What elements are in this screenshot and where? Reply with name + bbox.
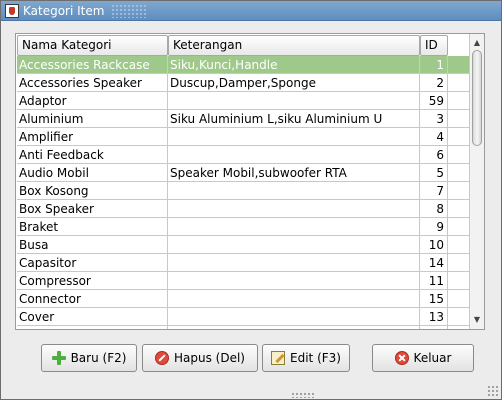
column-header-nama-kategori[interactable]: Nama Kategori (17, 35, 168, 56)
cell-nama-kategori: Aluminium (17, 110, 168, 128)
table-body: Accessories Rackcase Siku,Kunci,Handle 1 Ac… (17, 56, 469, 329)
cell-id: 7 (420, 182, 448, 200)
cell-nama-kategori: Connector (17, 290, 168, 308)
close-icon (394, 351, 409, 365)
cell-nama-kategori: Cover (17, 308, 168, 326)
hapus-button[interactable]: Hapus (Del) (142, 344, 258, 372)
title-bar[interactable]: Kategori Item (1, 1, 501, 21)
edit-button-label: Edit (F3) (290, 351, 341, 365)
cell-id: 10 (420, 236, 448, 254)
table-header: Nama Kategori Keterangan ID (17, 35, 469, 56)
table-row[interactable]: Adaptor 59 (17, 92, 469, 110)
cell-nama-kategori: Capasitor (17, 254, 168, 272)
cell-id: 5 (420, 164, 448, 182)
cell-keterangan: Speaker Mobil,subwoofer RTA (168, 164, 420, 182)
cell-id: 59 (420, 92, 448, 110)
bottom-grip-decoration (291, 392, 315, 398)
table-row[interactable]: Box Speaker 8 (17, 200, 469, 218)
table-row[interactable]: Box Kosong 7 (17, 182, 469, 200)
kategori-item-window: Kategori Item Nama Kategori Keterangan I… (0, 0, 502, 400)
edit-button[interactable]: Edit (F3) (262, 344, 350, 372)
table-row[interactable]: Aluminium Siku Aluminium L,siku Aluminium… (17, 110, 469, 128)
table-row[interactable]: Busa 10 (17, 236, 469, 254)
window-title: Kategori Item (23, 4, 105, 18)
title-grip-decoration (111, 4, 147, 18)
keluar-button[interactable]: Keluar (372, 344, 474, 372)
scroll-up-arrow-icon[interactable]: ▲ (470, 36, 484, 50)
table-row[interactable]: Braket 9 (17, 218, 469, 236)
cell-id: 3 (420, 110, 448, 128)
hapus-button-label: Hapus (Del) (174, 351, 245, 365)
cell-keterangan (168, 128, 420, 146)
cell-keterangan (168, 200, 420, 218)
cell-keterangan (168, 290, 420, 308)
cell-id: 9 (420, 218, 448, 236)
cell-keterangan (168, 236, 420, 254)
cell-nama-kategori: Compressor (17, 272, 168, 290)
cell-id: 2 (420, 74, 448, 92)
cell-id: 6 (420, 146, 448, 164)
delete-icon (155, 351, 169, 365)
table-row[interactable]: Audio Mobil Speaker Mobil,subwoofer RTA 5 (17, 164, 469, 182)
cell-keterangan: Siku Aluminium L,siku Aluminium U (168, 110, 420, 128)
java-app-icon (5, 4, 19, 18)
cell-nama-kategori: Accessories Speaker (17, 74, 168, 92)
cell-keterangan (168, 254, 420, 272)
cell-id: 11 (420, 272, 448, 290)
cell-keterangan: Siku,Kunci,Handle (168, 56, 420, 74)
vertical-scrollbar[interactable]: ▲ ▼ (469, 34, 484, 329)
plus-icon (51, 351, 66, 365)
baru-button-label: Baru (F2) (70, 351, 127, 365)
kategori-table[interactable]: Nama Kategori Keterangan ID Accessories … (15, 33, 485, 330)
table-row[interactable]: C... 16 (17, 326, 469, 329)
edit-icon (271, 351, 286, 365)
column-header-id[interactable]: ID (420, 35, 448, 56)
cell-id: 15 (420, 290, 448, 308)
cell-id: 8 (420, 200, 448, 218)
cell-nama-kategori: Box Speaker (17, 200, 168, 218)
cell-id: 1 (420, 56, 448, 74)
cell-keterangan (168, 272, 420, 290)
cell-id: 16 (420, 326, 448, 329)
cell-id: 14 (420, 254, 448, 272)
table-row[interactable]: Amplifier 4 (17, 128, 469, 146)
cell-nama-kategori: Audio Mobil (17, 164, 168, 182)
cell-keterangan (168, 326, 420, 329)
table-row[interactable]: Cover 13 (17, 308, 469, 326)
table-row[interactable]: Capasitor 14 (17, 254, 469, 272)
cell-nama-kategori: C... (17, 326, 168, 329)
cell-nama-kategori: Braket (17, 218, 168, 236)
cell-keterangan (168, 146, 420, 164)
cell-nama-kategori: Box Kosong (17, 182, 168, 200)
table-row[interactable]: Accessories Speaker Duscup,Damper,Sponge 2 (17, 74, 469, 92)
resize-grip[interactable] (487, 385, 499, 397)
table-row[interactable]: Connector 15 (17, 290, 469, 308)
baru-button[interactable]: Baru (F2) (41, 344, 137, 372)
cell-keterangan (168, 308, 420, 326)
cell-nama-kategori: Anti Feedback (17, 146, 168, 164)
cell-nama-kategori: Amplifier (17, 128, 168, 146)
cell-nama-kategori: Busa (17, 236, 168, 254)
scrollbar-thumb[interactable] (472, 50, 482, 146)
cell-keterangan: Duscup,Damper,Sponge (168, 74, 420, 92)
cell-keterangan (168, 92, 420, 110)
cell-nama-kategori: Accessories Rackcase (17, 56, 168, 74)
cell-id: 13 (420, 308, 448, 326)
column-header-keterangan[interactable]: Keterangan (168, 35, 420, 56)
table-row[interactable]: Accessories Rackcase Siku,Kunci,Handle 1 (17, 56, 469, 74)
table-row[interactable]: Anti Feedback 6 (17, 146, 469, 164)
cell-id: 4 (420, 128, 448, 146)
keluar-button-label: Keluar (413, 351, 452, 365)
cell-keterangan (168, 182, 420, 200)
table-row[interactable]: Compressor 11 (17, 272, 469, 290)
scroll-down-arrow-icon[interactable]: ▼ (470, 313, 484, 327)
cell-keterangan (168, 218, 420, 236)
cell-nama-kategori: Adaptor (17, 92, 168, 110)
